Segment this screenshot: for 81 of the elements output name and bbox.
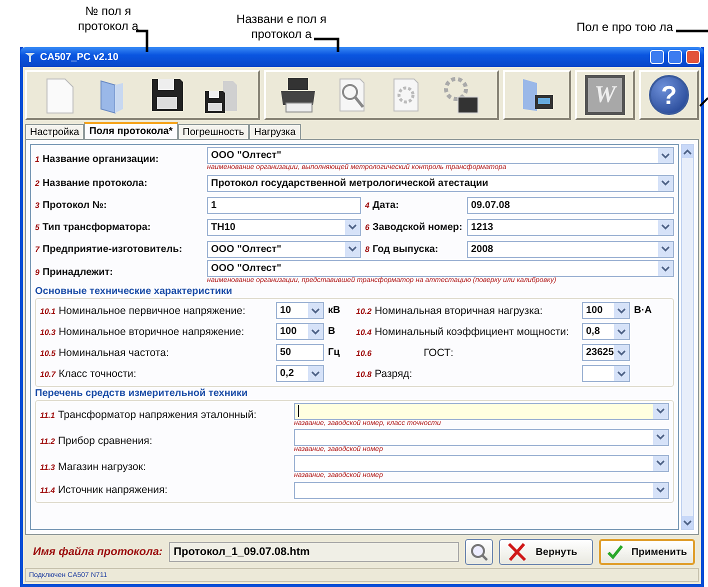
tab[interactable]: Настройка	[25, 124, 84, 139]
window-title: CA507_PC v2.10	[40, 52, 120, 62]
dropdown-field[interactable]	[294, 428, 669, 446]
field-label: 3 Протокол №:	[35, 200, 108, 210]
dropdown-field[interactable]: ООО "Олтест"	[207, 240, 361, 258]
apply-button[interactable]: Применить	[599, 539, 695, 565]
annotation-label: Названи е пол я	[236, 12, 326, 27]
unit-label: В·А	[634, 305, 653, 316]
field-label: 11.2 Прибор сравнения:	[40, 435, 154, 447]
field-label: 6 Заводской номер:	[365, 222, 463, 232]
file-name-field[interactable]: Протокол_1_09.07.08.htm	[168, 542, 459, 562]
tab[interactable]: Погрешность	[178, 124, 250, 139]
dropdown-field[interactable]	[294, 454, 669, 472]
unit-label: кВ	[328, 305, 342, 316]
field-label: 11.1 Трансформатор напряжения эталонный:	[40, 409, 258, 421]
annotation-label: Пол е про тою ла	[576, 20, 674, 35]
dropdown-field[interactable]	[582, 365, 630, 382]
text-field[interactable]: 50	[276, 344, 324, 361]
field-label: 11.4 Источник напряжения:	[40, 484, 169, 496]
annotation-label: протокол а	[251, 27, 312, 42]
magnifier-icon	[468, 542, 489, 562]
section-title: Перечень средств измерительной техники	[35, 387, 249, 400]
text-field[interactable]: 1	[207, 196, 361, 214]
field-label: 7 Предприятие-изготовитель:	[35, 244, 184, 254]
field-label: 1 Название организации:	[35, 154, 160, 165]
dropdown-field[interactable]: 100	[582, 302, 630, 319]
leader-line	[676, 30, 708, 32]
field-label: 10.8 Разряд:	[356, 368, 414, 380]
field-label: 10.5 Номинальная частота:	[40, 346, 170, 358]
dropdown-field[interactable]: 0,8	[582, 323, 630, 340]
chevron-down-icon	[683, 520, 692, 526]
field-label: 11.3 Магазин нагрузок:	[40, 461, 147, 473]
annotation-label: № пол я	[85, 4, 132, 19]
field-label: 9 Принадлежит:	[35, 267, 114, 278]
scroll-up-button[interactable]	[682, 145, 693, 158]
minimize-button[interactable]	[650, 50, 664, 64]
app-icon	[24, 51, 36, 63]
leader-line	[314, 38, 340, 52]
scroll-down-button[interactable]	[682, 516, 693, 529]
leader-line	[136, 30, 148, 52]
field-label: 10.4 Номинальный коэффициент мощности:	[356, 326, 570, 338]
dropdown-field[interactable]: 1213	[467, 218, 674, 236]
leader-line	[699, 97, 708, 107]
field-label: 5 Тип трансформатора:	[35, 222, 152, 232]
field-label: 2 Название протокола:	[35, 178, 148, 188]
printer-icon	[278, 75, 318, 115]
field-label: 10.3 Номинальное вторичное напряжение:	[40, 326, 246, 338]
field-label: 8 Год выпуска:	[365, 244, 440, 254]
unit-label: Гц	[328, 347, 341, 358]
chevron-up-icon	[683, 148, 692, 154]
browse-button[interactable]	[464, 539, 493, 565]
field-label: 4 Дата:	[365, 200, 400, 210]
section-title: Основные технические характеристики	[35, 285, 234, 298]
cross-icon	[506, 542, 528, 562]
dropdown-field[interactable]: 0,2	[276, 365, 324, 382]
checkmark-icon	[607, 542, 624, 562]
dropdown-field[interactable]	[294, 402, 669, 420]
scrollbar[interactable]	[681, 144, 694, 530]
dropdown-field[interactable]: 2008	[467, 240, 674, 258]
tab[interactable]: Поля протокола*	[84, 122, 178, 139]
tab[interactable]: Нагрузка	[249, 124, 301, 139]
field-label: 10.1 Номинальное первичное напряжение:	[40, 304, 246, 316]
unit-label: В	[328, 326, 336, 337]
file-name-label: Имя файла протокола:	[33, 546, 163, 558]
field-label: 10.7 Класс точности:	[40, 368, 138, 380]
maximize-button[interactable]	[668, 50, 682, 64]
field-label: 10.2 Номинальная вторичная нагрузка:	[356, 304, 544, 316]
close-button[interactable]	[686, 50, 700, 64]
dropdown-field[interactable]: Протокол государственной метрологической атестации	[207, 174, 674, 192]
dropdown-field[interactable]: 10	[276, 302, 324, 319]
dropdown-field[interactable]: ООО "Олтест"	[207, 260, 674, 277]
text-field[interactable]: 09.07.08	[467, 196, 674, 214]
dropdown-field[interactable]: 23625	[582, 344, 630, 361]
revert-button[interactable]: Вернуть	[498, 539, 593, 565]
dropdown-field[interactable]: ООО "Олтест"	[207, 147, 674, 164]
dropdown-field[interactable]: 100	[276, 323, 324, 340]
dropdown-field[interactable]	[294, 482, 669, 498]
dropdown-field[interactable]: ТН10	[207, 218, 361, 236]
help-button[interactable]: ?	[649, 75, 689, 115]
annotation-label: протокол а	[78, 19, 138, 34]
field-label: 10.6 ГОСТ:	[356, 346, 454, 359]
